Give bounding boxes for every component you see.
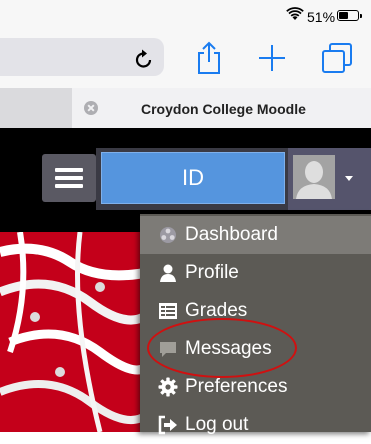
avatar[interactable] [293,155,335,199]
annotation-circle [147,318,297,378]
logout-icon [158,415,177,435]
menu-item-label: Log out [185,414,249,435]
hamburger-menu-icon[interactable] [42,154,96,202]
plus-icon[interactable] [257,43,287,73]
person-icon [160,264,176,282]
menu-item-label: Profile [185,262,239,283]
battery-icon [337,10,362,21]
share-icon[interactable] [196,41,222,75]
hero-image [0,232,150,432]
browser-toolbar [0,30,371,88]
wifi-icon [286,7,304,20]
avatar-silhouette-icon [293,155,335,199]
menu-item-logout[interactable]: Log out [140,406,371,444]
menu-item-label: Dashboard [185,224,278,245]
chevron-down-icon[interactable] [345,176,353,181]
dashboard-icon [160,227,176,243]
battery-fill [339,12,348,19]
sneaker-illustration [0,232,150,432]
grades-icon [159,303,177,319]
menu-item-profile[interactable]: Profile [140,254,371,292]
menu-item-label: Preferences [185,376,288,397]
menu-item-dashboard[interactable]: Dashboard [140,216,371,254]
tabs-icon[interactable] [321,42,353,74]
status-bar: 51% [0,0,371,30]
reload-icon[interactable] [134,48,154,70]
id-field[interactable]: ID [101,152,285,204]
close-tab-icon[interactable] [84,101,98,115]
battery-nub [360,14,362,18]
gear-icon [158,377,178,397]
battery-percent: 51% [307,9,336,25]
tab-title[interactable]: Croydon College Moodle [141,101,306,117]
